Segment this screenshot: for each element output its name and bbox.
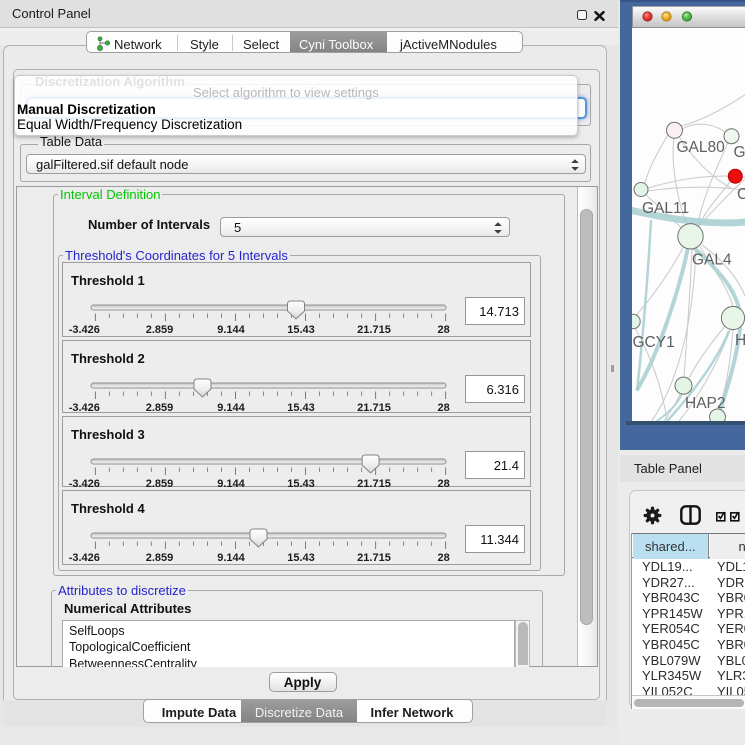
svg-text:C: C	[737, 186, 745, 203]
svg-text:GCY1: GCY1	[633, 334, 675, 351]
svg-text:GA: GA	[734, 144, 745, 161]
svg-text:GAL11: GAL11	[642, 200, 689, 217]
svg-text:H: H	[735, 332, 745, 349]
svg-text:HAP2: HAP2	[685, 395, 726, 412]
svg-text:GAL4: GAL4	[692, 252, 732, 269]
svg-text:GAL80: GAL80	[677, 139, 726, 156]
